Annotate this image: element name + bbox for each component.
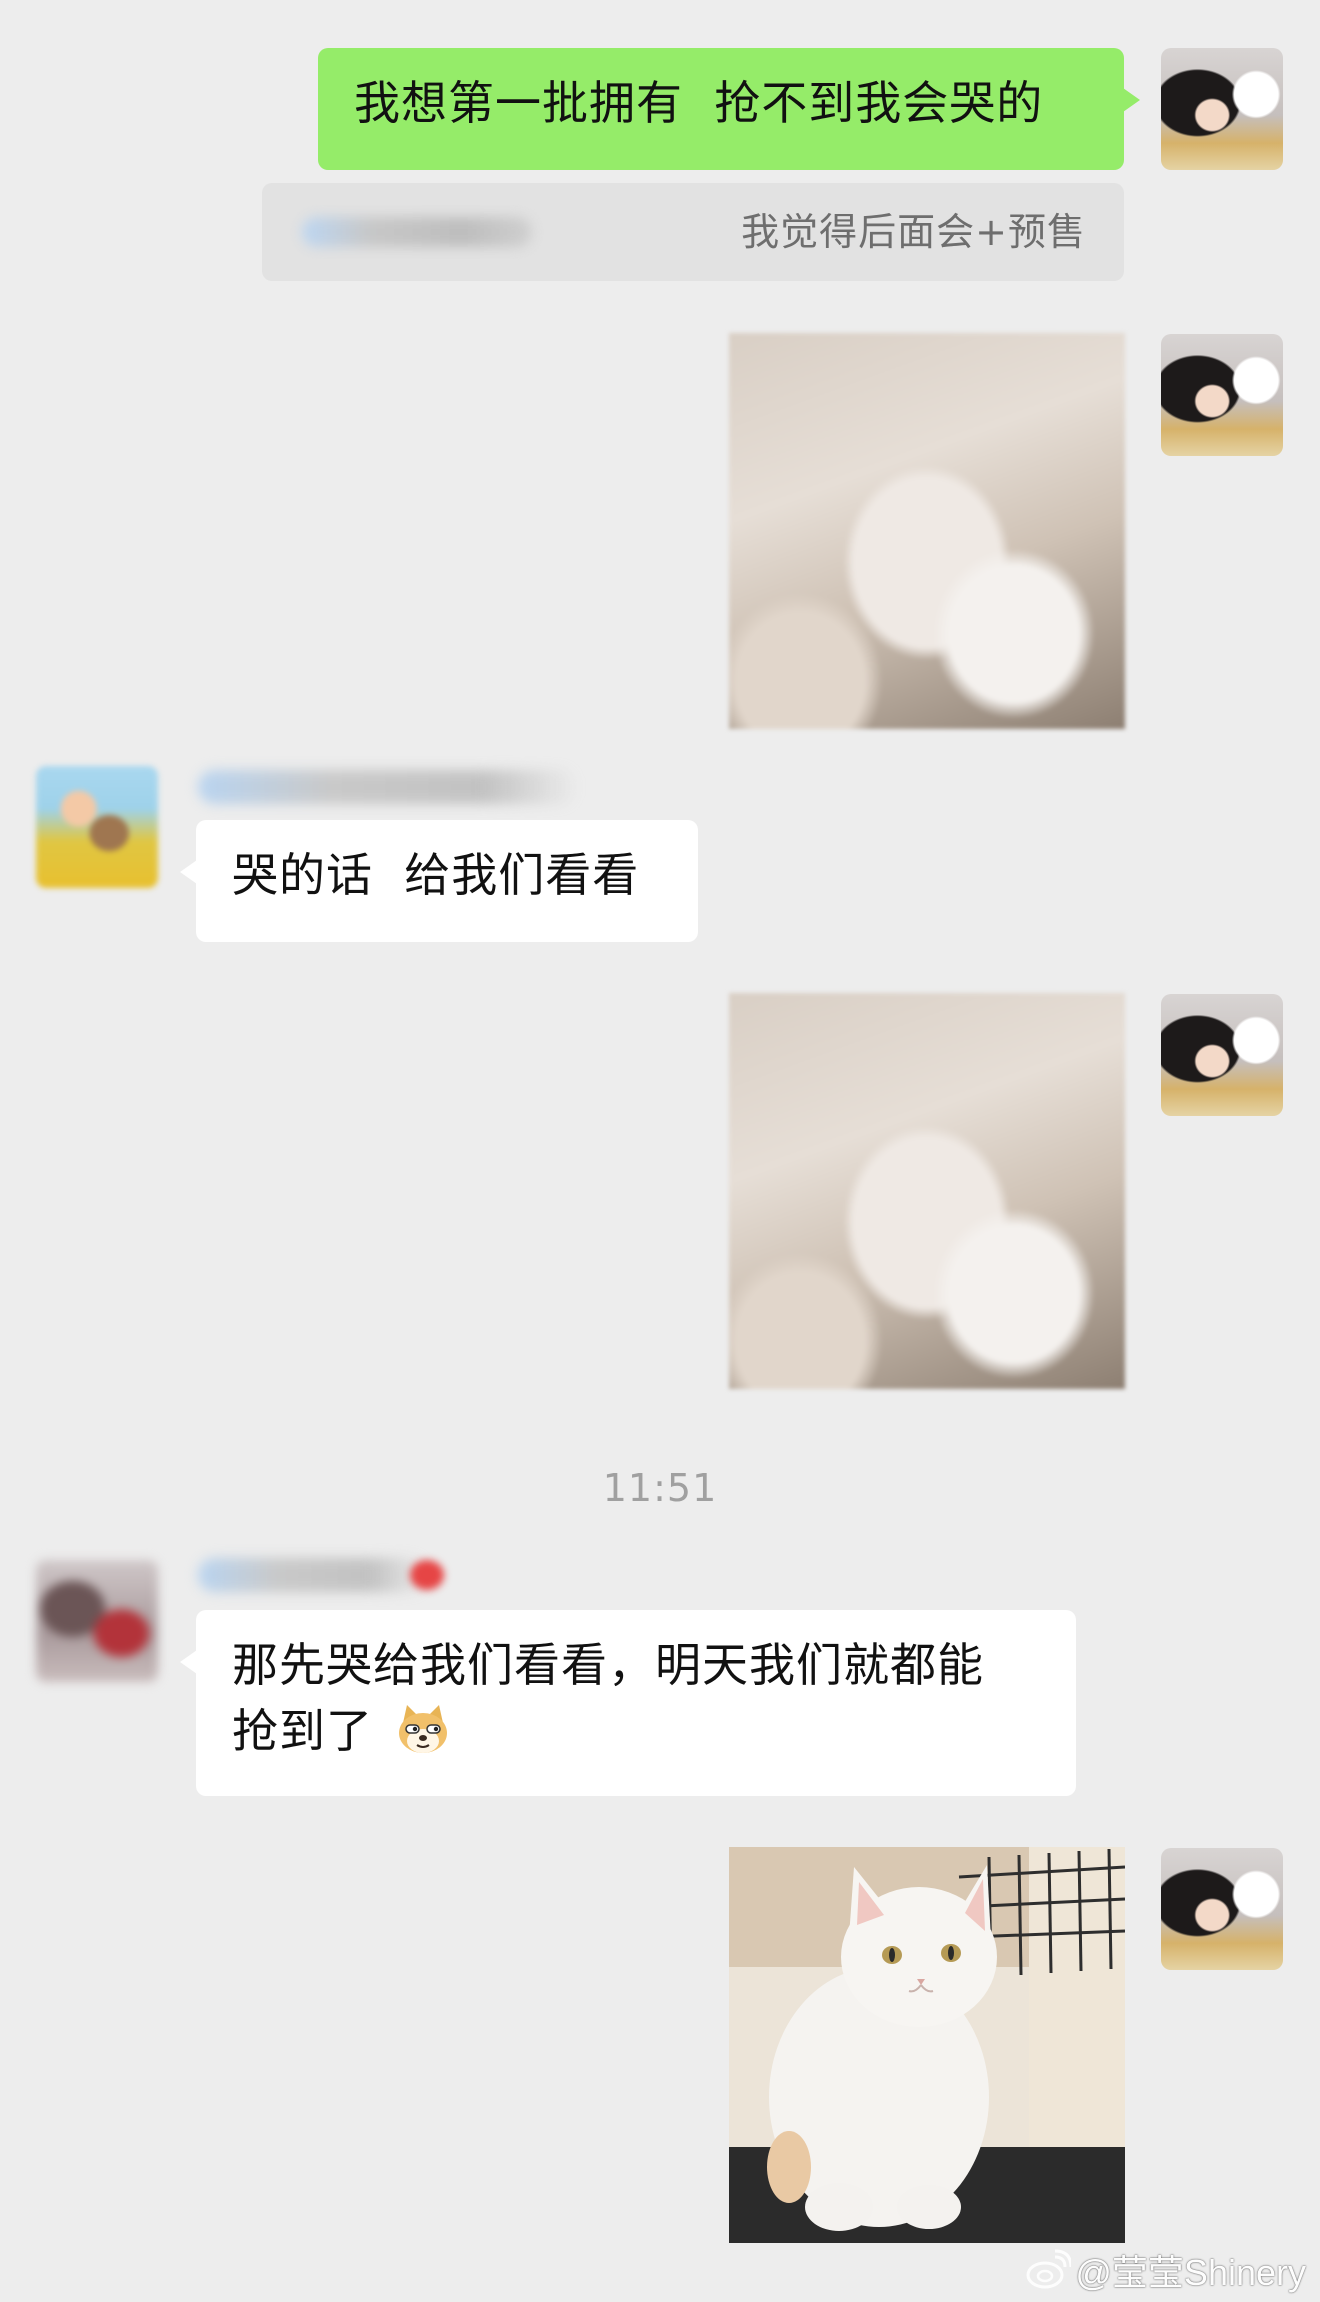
quote-text: 我觉得后面会+预售 xyxy=(741,210,1086,254)
doge-emoji-icon xyxy=(398,1705,447,1753)
watermark-text: @莹莹Shinery xyxy=(1075,2252,1306,2293)
self-avatar[interactable] xyxy=(1161,1848,1283,1970)
quoted-sender-name-blurred xyxy=(302,217,532,247)
image-message-cat-paw[interactable] xyxy=(729,333,1125,729)
quoted-reply[interactable]: 我觉得后面会+预售 xyxy=(262,183,1124,281)
sender-avatar[interactable] xyxy=(36,766,158,888)
self-avatar[interactable] xyxy=(1161,334,1283,456)
image-message-cat-paw[interactable] xyxy=(729,993,1125,1389)
message-text: 哭的话 给我们看看 xyxy=(232,848,640,902)
weibo-watermark: @莹莹Shinery xyxy=(1025,2244,1306,2296)
sender-avatar[interactable] xyxy=(36,1560,158,1682)
chat-history[interactable]: 我想第一批拥有 抢不到我会哭的 我觉得后面会+预售 哭的话 给我们看看 11:5… xyxy=(0,0,1320,2302)
cat-photo-illustration xyxy=(729,1847,1125,2243)
sender-name-blurred xyxy=(198,770,578,804)
self-avatar[interactable] xyxy=(1161,48,1283,170)
self-message-bubble[interactable]: 我想第一批拥有 抢不到我会哭的 xyxy=(318,48,1140,170)
message-text: 抢到了 xyxy=(232,1704,373,1758)
sender-name-blurred xyxy=(198,1558,428,1592)
received-message-bubble[interactable]: 哭的话 给我们看看 xyxy=(180,820,698,942)
self-avatar[interactable] xyxy=(1161,994,1283,1116)
weibo-icon xyxy=(1026,2249,1072,2289)
image-message-white-cat[interactable] xyxy=(729,1847,1125,2243)
sender-name-emoji-blurred xyxy=(410,1560,444,1590)
message-text-line-2: 抢到了 xyxy=(232,1698,1040,1764)
message-text: 我想第一批拥有 抢不到我会哭的 xyxy=(354,76,1044,130)
received-message-bubble[interactable]: 那先哭给我们看看，明天我们就都能 抢到了 xyxy=(180,1610,1076,1796)
message-text-line: 那先哭给我们看看，明天我们就都能 xyxy=(232,1638,984,1692)
timestamp: 11:51 xyxy=(602,1466,718,1510)
